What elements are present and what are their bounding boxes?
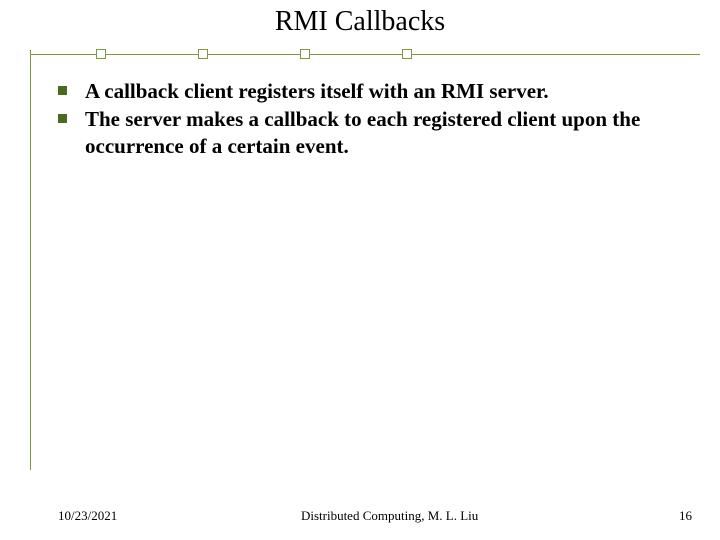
divider-dot-icon xyxy=(402,49,412,59)
bullet-icon xyxy=(58,86,67,95)
footer-attribution: Distributed Computing, M. L. Liu xyxy=(117,508,662,524)
footer-page-number: 16 xyxy=(662,508,692,524)
slide-title: RMI Callbacks xyxy=(0,0,720,46)
slide: RMI Callbacks A callback client register… xyxy=(0,0,720,540)
bullet-text: The server makes a callback to each regi… xyxy=(85,106,680,159)
list-item: A callback client registers itself with … xyxy=(58,78,680,104)
bullet-text: A callback client registers itself with … xyxy=(85,78,549,104)
divider-dot-icon xyxy=(198,49,208,59)
list-item: The server makes a callback to each regi… xyxy=(58,106,680,159)
divider-dot-icon xyxy=(96,49,106,59)
title-divider xyxy=(30,46,700,64)
content-area: A callback client registers itself with … xyxy=(0,64,720,159)
divider-dot-icon xyxy=(300,49,310,59)
footer: 10/23/2021 Distributed Computing, M. L. … xyxy=(0,508,720,524)
bullet-icon xyxy=(58,114,67,123)
footer-date: 10/23/2021 xyxy=(58,508,117,524)
left-vertical-rule xyxy=(30,50,31,470)
divider-dots xyxy=(96,49,412,59)
